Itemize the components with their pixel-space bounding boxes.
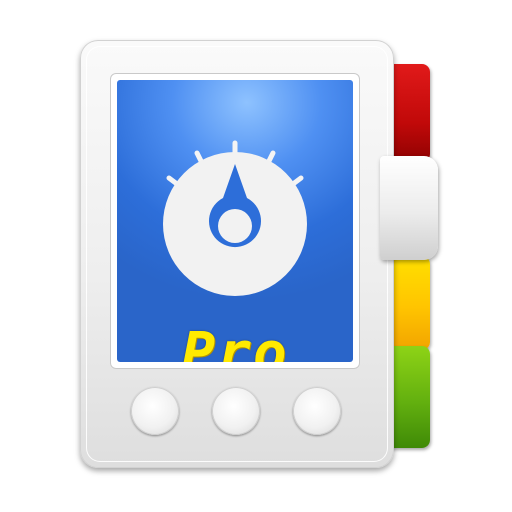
device-screen: Pro bbox=[117, 80, 353, 362]
pro-label: Pro bbox=[181, 321, 289, 363]
right-hardware-button[interactable] bbox=[293, 387, 341, 435]
center-hardware-button[interactable] bbox=[212, 387, 260, 435]
dial-gauge-icon bbox=[163, 140, 307, 296]
left-hardware-button[interactable] bbox=[131, 387, 179, 435]
white-tab bbox=[380, 156, 438, 260]
app-icon[interactable]: Pro bbox=[0, 0, 512, 512]
